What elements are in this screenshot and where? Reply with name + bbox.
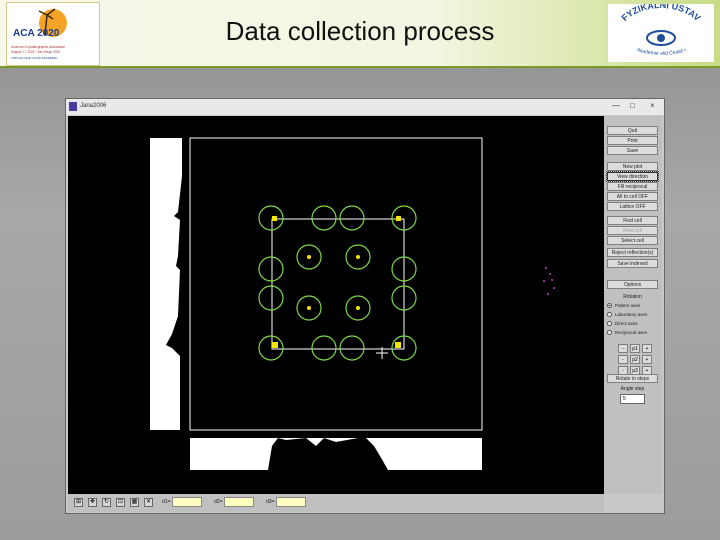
clear-icon[interactable]: ✕ xyxy=(144,498,153,507)
d2-label: d2= xyxy=(214,499,223,505)
fill-reciprocal-button[interactable]: Fill reciprocal xyxy=(607,182,658,191)
slide-title: Data collection process xyxy=(225,16,495,46)
axis-minus-button[interactable]: - xyxy=(618,355,628,364)
rotate-icon[interactable]: ↻ xyxy=(102,498,111,507)
bottom-toolbar: ⊞ ✥ ↻ ⊡ ▦ ✕ d1= d2= d3= xyxy=(68,494,604,512)
all-to-cell-button[interactable]: All to cell OFF xyxy=(607,192,658,201)
d2-field[interactable] xyxy=(224,497,254,507)
axis-p1-plus-button[interactable]: + xyxy=(642,344,652,353)
aca-logo-text: ACA 2020 xyxy=(13,28,60,39)
radio-label: Reciprocal axes xyxy=(615,330,648,335)
radio-dot xyxy=(607,330,612,336)
reject-reflections-button[interactable]: Reject reflection(s) xyxy=(607,248,658,257)
close-button[interactable]: × xyxy=(650,101,655,110)
print-button[interactable]: Print xyxy=(607,136,658,145)
plot-frame xyxy=(189,137,483,431)
minimize-button[interactable]: — xyxy=(612,101,620,110)
title-bar: ACA 2020 American Crystallographic Assoc… xyxy=(0,0,720,68)
save-indexed-button[interactable]: Save indexed xyxy=(607,259,658,268)
grid-icon[interactable]: ▦ xyxy=(130,498,139,507)
window-titlebar: Jana2006 — □ × xyxy=(66,99,664,115)
rotation-label: Rotation xyxy=(623,294,642,300)
aca-logo-caption: August 2-7 2020 · San Diego 2020 xyxy=(11,50,60,54)
axis-p2-plus-button[interactable]: + xyxy=(642,355,652,364)
radio-reciprocal-axes[interactable]: Reciprocal axes xyxy=(607,329,660,337)
axis-p2-label: p2 xyxy=(630,355,640,364)
angle-step-input[interactable]: 5 xyxy=(620,394,645,404)
aca-logo: ACA 2020 American Crystallographic Assoc… xyxy=(6,2,100,66)
maximize-button[interactable]: □ xyxy=(630,101,635,110)
radio-label: Pattern axes xyxy=(615,303,641,308)
find-cell-disabled-button[interactable]: Find cell xyxy=(607,226,658,235)
app-icon xyxy=(69,102,77,111)
vertical-profile-panel xyxy=(150,138,182,430)
radio-direct-axes[interactable]: Direct axes xyxy=(607,320,660,328)
d3-label: d3= xyxy=(266,499,275,505)
fzu-logo-text: FYZIKÁLNÍ ÚSTAV xyxy=(620,4,703,23)
horizontal-profile-curve xyxy=(268,438,388,470)
radio-pattern-axes[interactable]: Pattern axes xyxy=(607,302,660,310)
fzu-logo: FYZIKÁLNÍ ÚSTAV Akademie věd České r. xyxy=(608,0,714,62)
view-direction-button[interactable]: View direction xyxy=(606,171,659,182)
radio-dot xyxy=(607,312,612,318)
axis-p1-label: p1 xyxy=(630,344,640,353)
aca-logo-caption: American Crystallographic Association xyxy=(11,45,65,49)
radio-label: Laboratory axes xyxy=(615,312,648,317)
radio-dot xyxy=(607,321,612,327)
radio-label: Direct axes xyxy=(615,321,638,326)
select-icon[interactable]: ⊡ xyxy=(116,498,125,507)
d1-label: d1= xyxy=(162,499,171,505)
application-window: Jana2006 — □ × Quit Print Save New plot … xyxy=(65,98,665,514)
fzu-logo-caption: Akademie věd České r. xyxy=(636,47,688,57)
magenta-scatter xyxy=(543,267,555,295)
radio-laboratory-axes[interactable]: Laboratory axes xyxy=(607,311,660,319)
quit-button[interactable]: Quit xyxy=(607,126,658,135)
window-title: Jana2006 xyxy=(80,103,107,109)
rotate-in-steps-button[interactable]: Rotate in steps xyxy=(607,374,658,383)
save-button[interactable]: Save xyxy=(607,146,658,155)
reflection-circles xyxy=(258,205,417,361)
new-plot-button[interactable]: New plot xyxy=(607,162,658,171)
d3-field[interactable] xyxy=(276,497,306,507)
find-cell-button[interactable]: Find cell xyxy=(607,216,658,225)
select-cell-button[interactable]: Select cell xyxy=(607,236,658,245)
unit-cell-outline xyxy=(271,218,405,350)
reflection-spots xyxy=(272,216,401,348)
reciprocal-space-canvas[interactable] xyxy=(68,116,604,494)
aca-logo-caption: VIRTUAL DUE COVID PANDEMIC xyxy=(11,56,58,60)
zoom-icon[interactable]: ⊞ xyxy=(74,498,83,507)
move-icon[interactable]: ✥ xyxy=(88,498,97,507)
axis-minus-button[interactable]: - xyxy=(618,344,628,353)
control-panel: Quit Print Save New plot View direction … xyxy=(604,116,662,494)
d1-field[interactable] xyxy=(172,497,202,507)
radio-dot xyxy=(607,303,612,309)
lattice-off-button[interactable]: Lattice OFF xyxy=(607,202,658,211)
options-button[interactable]: Options xyxy=(607,280,658,289)
angle-step-label: Angle step xyxy=(620,386,645,392)
